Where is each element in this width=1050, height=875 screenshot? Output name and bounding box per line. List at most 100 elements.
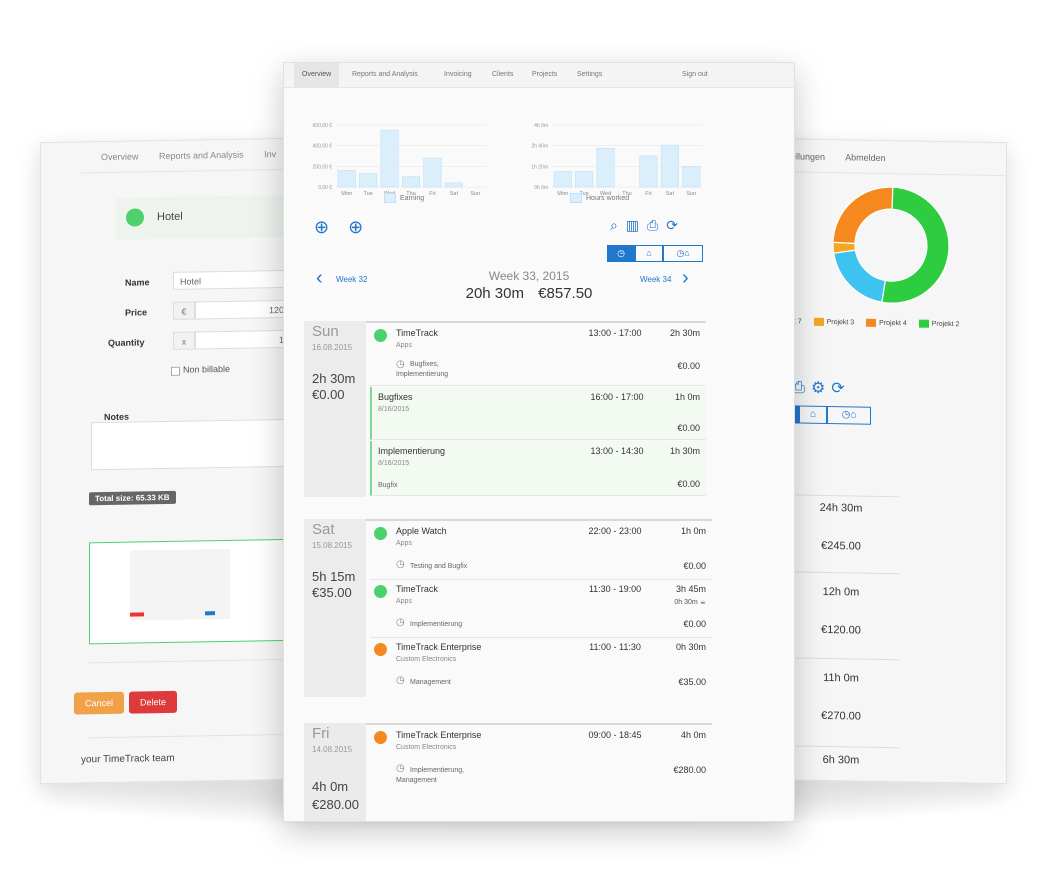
week-amount: €857.50 [538, 285, 593, 302]
tab-invoicing[interactable]: Invoicing [444, 63, 472, 87]
hours-legend-label: Hours worked [586, 194, 630, 202]
tab-clients[interactable]: Clients [492, 63, 513, 87]
time-entry[interactable]: TimeTrack Enterprise Custom Electronics … [370, 725, 712, 801]
price-label: Price [125, 307, 148, 318]
toggle-time[interactable]: ◷ [607, 245, 635, 262]
y-tick-label: 400,00 € [313, 144, 333, 150]
entry-amount: €0.00 [683, 619, 706, 629]
left-nav-invoicing[interactable]: Inv [264, 149, 276, 159]
earning-legend-swatch [384, 193, 396, 203]
quantity-input[interactable]: 1 [195, 329, 291, 350]
entry-duration: 2h 30m [669, 328, 700, 338]
tab-overview[interactable]: Overview [294, 63, 340, 87]
x-tick-label: Sun [470, 191, 480, 197]
non-billable-label: Non billable [183, 363, 231, 375]
entry-tasks: Implementierung [410, 621, 463, 628]
chart-bar [423, 157, 442, 188]
chart-bar [337, 170, 356, 188]
next-week-link[interactable]: Week 34 [640, 275, 671, 284]
day-saturday: Sat 15.08.2015 5h 15m €35.00 Apple Watch… [304, 519, 712, 697]
price-input[interactable]: 120 [195, 299, 291, 320]
notes-textarea[interactable] [91, 418, 292, 471]
entry-amount: €0.00 [677, 479, 700, 489]
delete-button[interactable]: Delete [129, 690, 177, 714]
entry-client: Apps [396, 540, 412, 547]
time-entry[interactable]: TimeTrack Apps 13:00 - 17:00 2h 30m ◷ Bu… [370, 323, 706, 386]
entry-duration: 4h 0m [680, 730, 706, 740]
entry-duration: 3h 45m [675, 584, 706, 594]
project-color-dot [374, 643, 387, 656]
x-tick-label: Mon [557, 191, 568, 197]
gear-icon[interactable]: ⚙ [811, 380, 831, 397]
name-input[interactable]: Hotel [173, 269, 291, 290]
project-color-dot [374, 731, 387, 744]
left-nav-overview[interactable]: Overview [101, 151, 139, 162]
right-toggle-time-tag[interactable]: ◷⌂ [827, 406, 871, 425]
day-date: 14.08.2015 [312, 745, 353, 754]
next-week-chevron-icon[interactable]: › [682, 267, 689, 290]
right-nav-divider [761, 170, 1006, 177]
entry-amount: €0.00 [677, 423, 700, 433]
day-hours: 4h 0m [312, 779, 349, 794]
tab-projects[interactable]: Projects [532, 63, 557, 87]
chart-bar [596, 147, 615, 188]
y-tick-label: 0,00 € [318, 185, 332, 191]
tab-reports[interactable]: Reports and Analysis [352, 63, 418, 87]
entry-break-duration: 0h 30m ☕ [674, 598, 706, 606]
time-entry-sub[interactable]: Implementierung 8/16/2015 13:00 - 14:30 … [370, 441, 706, 496]
print-icon[interactable]: ⎙ [647, 217, 666, 233]
add-time-entry-icon[interactable]: ⊕ [314, 217, 329, 237]
hours-legend: Hours worked [570, 193, 629, 203]
non-billable-checkbox[interactable] [171, 366, 180, 376]
add-toolbar: ⊕ ⊕ [314, 217, 363, 238]
price-currency-prefix: € [173, 301, 195, 320]
sign-out-link[interactable]: Sign out [682, 63, 708, 87]
legend-swatch-projekt2 [918, 319, 929, 328]
time-entry-sub[interactable]: Bugfixes 8/16/2015 16:00 - 17:00 1h 0m €… [370, 387, 706, 440]
chart-bar [660, 144, 679, 188]
right-nav-signout[interactable]: Abmelden [845, 152, 886, 163]
time-entry[interactable]: Apple Watch Apps 22:00 - 23:00 1h 0m ◷ T… [370, 521, 712, 580]
entry-date: 8/16/2015 [378, 406, 410, 413]
donut-slice-projekt-4 [832, 186, 894, 245]
top-nav: Overview Reports and Analysis Invoicing … [284, 63, 794, 88]
entry-tasks: Bugfix [378, 482, 398, 489]
item-title: Hotel [157, 210, 183, 224]
chart-bar [380, 129, 399, 188]
day-summary: Sun 16.08.2015 2h 30m €0.00 [304, 321, 366, 497]
refresh-icon[interactable]: ⟳ [666, 217, 686, 233]
earning-legend: Earning [384, 193, 424, 203]
quantity-multiply-prefix: x [173, 331, 195, 350]
bar-chart-icon[interactable]: ▥ [626, 217, 647, 233]
add-expense-icon[interactable]: ⊕ [348, 217, 363, 237]
week-hours: 20h 30m [465, 285, 524, 302]
left-nav-reports[interactable]: Reports and Analysis [159, 150, 244, 161]
refresh-icon[interactable]: ⟳ [831, 380, 850, 397]
view-toggle: ◷ ⌂ ◷⌂ [607, 245, 703, 262]
overview-panel: Overview Reports and Analysis Invoicing … [283, 62, 795, 822]
project-color-dot [374, 329, 387, 342]
left-separator [89, 658, 292, 664]
entry-tasks: Management [410, 679, 451, 686]
weekly-bar-charts: 0,00 €200,00 €400,00 €600,00 €MonTueWedT… [313, 123, 702, 197]
notes-label: Notes [104, 411, 130, 423]
project-color-dot [374, 527, 387, 540]
cancel-button[interactable]: Cancel [74, 691, 124, 715]
entry-client: Apps [396, 342, 412, 349]
entry-time-range: 16:00 - 17:00 [590, 392, 644, 402]
toggle-tag[interactable]: ⌂ [635, 245, 663, 262]
attachment-thumbnail[interactable] [89, 538, 292, 645]
entry-title: TimeTrack Enterprise [396, 730, 482, 740]
entry-title: Bugfixes [378, 392, 413, 402]
quantity-label: Quantity [108, 337, 145, 349]
x-tick-label: Sun [686, 191, 696, 197]
time-entry[interactable]: TimeTrack Enterprise Custom Electronics … [370, 637, 712, 695]
day-hours: 5h 15m [312, 569, 356, 584]
toggle-time-tag[interactable]: ◷⌂ [663, 245, 703, 262]
right-toggle-tag[interactable]: ⌂ [799, 405, 827, 425]
time-entry[interactable]: TimeTrack Apps 11:30 - 19:00 3h 45m 0h 3… [370, 579, 712, 638]
entry-break-value: 0h 30m [674, 599, 698, 606]
search-icon[interactable]: ⌕ [610, 217, 626, 233]
left-nav-divider [81, 168, 291, 174]
tab-settings[interactable]: Settings [577, 63, 602, 87]
